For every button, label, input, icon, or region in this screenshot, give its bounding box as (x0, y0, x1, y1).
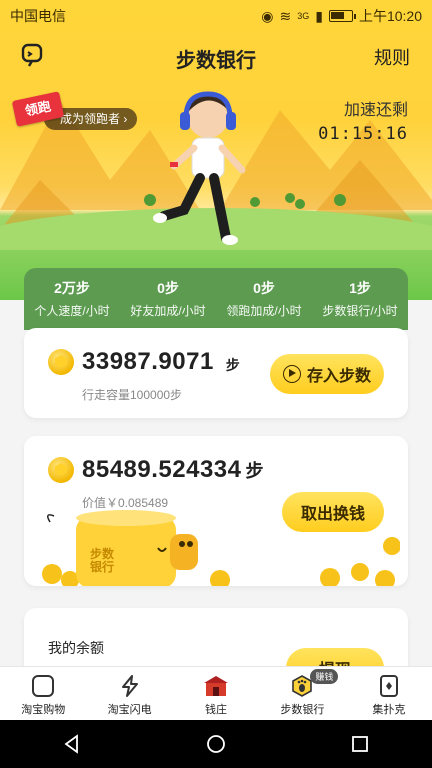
deposit-steps-row: 33987.9071 步 (48, 348, 240, 376)
deposit-card: 33987.9071 步 行走容量100000步 存入步数 (24, 328, 408, 418)
withdraw-card: 85489.524334 步 价值￥0.085489 取出换钱 步数 银行 (24, 436, 408, 586)
bottom-tab-bar: 淘宝购物 淘宝闪电 钱庄 赚钱 步数银行 集扑克 (0, 666, 432, 720)
capacity-text: 行走容量100000步 (82, 388, 183, 402)
back-triangle-icon[interactable] (62, 734, 82, 754)
network-label: 3G (297, 11, 310, 21)
balance-label: 我的余额 (48, 640, 104, 656)
stat-value: 1步 (349, 280, 371, 296)
carrier-label: 中国电信 (10, 8, 66, 24)
earn-badge: 赚钱 (310, 669, 339, 684)
leader-cta-label: 成为领跑者 (60, 112, 121, 126)
withdraw-steps-row: 85489.524334 步 (48, 456, 264, 484)
coin-icon (48, 457, 74, 483)
eye-icon: ◉ (261, 7, 274, 24)
stat-label: 步数银行/小时 (322, 304, 398, 318)
tab-taobao-flash[interactable]: 淘宝闪电 (86, 667, 172, 720)
clock: 上午10:20 (358, 8, 422, 24)
withdraw-steps-value: 85489.524334 (82, 456, 242, 483)
tab-label: 集扑克 (372, 704, 406, 716)
speedup-label: 加速还剩 (343, 102, 408, 119)
tab-label: 钱庄 (205, 704, 228, 716)
tab-label: 淘宝购物 (21, 704, 66, 716)
speedup-countdown: 01:15:16 (318, 124, 408, 144)
deposit-steps-button[interactable]: 存入步数 (270, 354, 384, 394)
battery-icon (328, 10, 356, 22)
poker-card-icon (379, 675, 398, 697)
nav-bar: 步数银行 规则 (0, 36, 432, 76)
tab-collect-poker[interactable]: 集扑克 (346, 667, 432, 720)
tab-money-house[interactable]: 钱庄 (173, 667, 259, 720)
stat-label: 领跑加成/小时 (226, 304, 302, 318)
stat-value: 2万步 (54, 280, 90, 296)
lightning-icon (121, 675, 138, 697)
tab-step-bank[interactable]: 赚钱 步数银行 (259, 667, 345, 720)
system-nav-bar (0, 720, 432, 768)
taobao-bag-icon (32, 675, 55, 697)
bank-house-icon (204, 676, 229, 696)
deposit-steps-unit: 步 (225, 357, 240, 373)
stats-panel: 2万步 个人速度/小时 0步 好友加成/小时 0步 领跑加成/小时 1步 步数银… (24, 268, 408, 330)
status-bar: 中国电信 ◉ ≋ 3G ▮ 上午10:20 (0, 0, 432, 32)
page-title: 步数银行 (176, 50, 256, 72)
coin-icon (48, 349, 74, 375)
piggy-bank-label: 步数 银行 (90, 547, 115, 574)
tab-label: 步数银行 (280, 704, 325, 716)
signal-icon: ▮ (315, 7, 323, 24)
recents-square-icon[interactable] (350, 734, 370, 754)
home-circle-icon[interactable] (206, 734, 226, 754)
withdraw-steps-unit: 步 (245, 461, 264, 481)
stat-label: 个人速度/小时 (34, 304, 110, 318)
speedup-timer: 加速还剩 01:15:16 (318, 96, 408, 144)
wifi-icon: ≋ (279, 7, 292, 24)
deposit-button-label: 存入步数 (306, 368, 371, 385)
stat-value: 0步 (157, 280, 179, 296)
stat-label: 好友加成/小时 (130, 304, 206, 318)
stat-bank-rate: 1步 步数银行/小时 (312, 278, 408, 330)
runner-character-icon (153, 91, 246, 245)
stat-value: 0步 (253, 280, 275, 296)
deposit-steps-value: 33987.9071 (82, 348, 214, 375)
stat-leader-bonus: 0步 领跑加成/小时 (216, 278, 312, 330)
stat-friend-bonus: 0步 好友加成/小时 (120, 278, 216, 330)
tab-label: 淘宝闪电 (107, 704, 152, 716)
rules-link[interactable]: 规则 (374, 44, 410, 70)
play-icon (282, 365, 301, 383)
stat-personal-speed: 2万步 个人速度/小时 (24, 278, 120, 330)
tab-taobao-shopping[interactable]: 淘宝购物 (0, 667, 86, 720)
